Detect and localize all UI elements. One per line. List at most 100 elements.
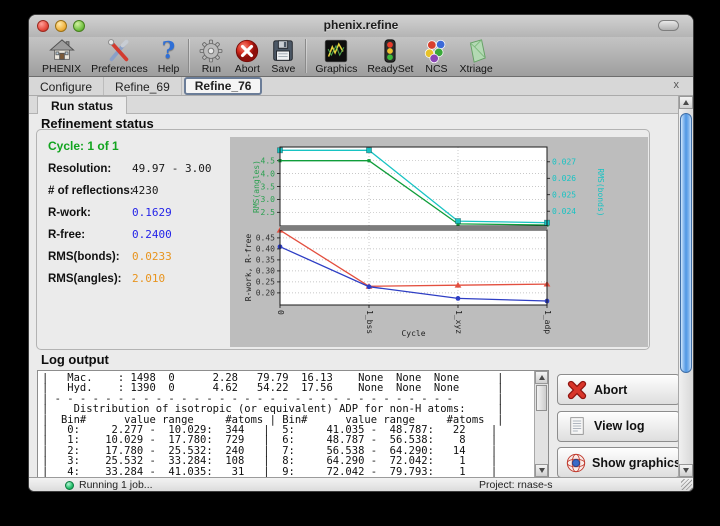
scroll-down-icon[interactable] [679,464,693,477]
svg-text:RMS(bonds): RMS(bonds) [596,168,605,216]
stat-value: 0.0233 [132,250,172,263]
show-graphics-button[interactable]: Show graphics [557,447,680,478]
stat-row-rms-bonds: RMS(bonds): 0.0233 [48,250,228,263]
abort-button[interactable]: Abort [557,374,680,405]
toolbar-label: Graphics [315,64,357,75]
svg-text:0.20: 0.20 [256,289,275,298]
toolbar-label: Preferences [91,64,148,75]
tab-run-status[interactable]: Run status [37,96,127,114]
close-tab-icon[interactable]: x [674,79,680,91]
desktop-background: phenix.refine PHENIX [0,0,720,526]
tab-configure[interactable]: Configure [29,77,104,95]
tab-refine-76[interactable]: Refine_76 [184,77,263,95]
abort-x-icon [565,379,589,401]
log-output-heading: Log output [41,352,109,367]
toolbar-separator [305,39,306,73]
view-log-button[interactable]: View log [557,411,680,442]
toolbar-label: Help [158,64,180,75]
stat-label: R-free: [48,229,132,241]
action-buttons: Abort View log [557,374,680,484]
toolbar-button-phenix[interactable]: PHENIX [37,38,86,75]
help-icon: ? [162,38,175,64]
stat-value: 2.010 [132,272,165,285]
button-label: Abort [594,383,627,397]
toolbar-button-help[interactable]: ? Help [153,38,185,75]
svg-text:4.5: 4.5 [261,157,276,166]
button-label: View log [594,419,644,433]
save-icon [270,38,296,64]
main-content: Run status Refinement status Cycle: 1 of… [29,96,678,477]
svg-text:3.5: 3.5 [261,182,276,191]
log-text[interactable]: | Mac. : 1498 0 2.28 79.79 16.13 None No… [42,373,532,477]
toolbar-toggle-button[interactable] [658,20,679,31]
stat-label: # of reflections: [48,185,132,197]
home-icon [49,38,75,64]
toolbar-button-save[interactable]: Save [265,38,301,75]
toolbar-separator [188,39,189,73]
phenix-refine-window: phenix.refine PHENIX [28,14,694,492]
svg-text:0.026: 0.026 [552,174,576,183]
stat-row-reflections: # of reflections: 4230 [48,184,228,197]
window-controls [37,20,85,32]
button-label: Show graphics [592,456,681,470]
tab-refine-69[interactable]: Refine_69 [104,77,182,95]
titlebar[interactable]: phenix.refine [29,15,693,37]
toolbar-button-run[interactable]: Run [193,38,229,75]
running-indicator-icon [65,481,74,490]
main-scrollbar-thumb[interactable] [680,113,692,373]
electron-density-icon [323,38,349,64]
crystal-icon [463,38,489,64]
toolbar-button-abort[interactable]: Abort [229,38,265,75]
status-bar: Running 1 job... Project: rnase-s [29,477,693,491]
stat-label: Resolution: [48,163,132,175]
svg-text:0.35: 0.35 [256,256,275,265]
document-icon [565,416,589,436]
zoom-window-button[interactable] [73,20,85,32]
svg-text:R-work, R-free: R-work, R-free [244,234,253,302]
svg-text:Cycle: Cycle [401,329,425,338]
document-tabbar: Configure Refine_69 Refine_76 x [29,77,693,96]
toolbar-label: PHENIX [42,64,81,75]
scroll-down-icon[interactable] [535,464,548,477]
toolbar-button-xtriage[interactable]: Xtriage [454,38,497,75]
stat-row-rms-angles: RMS(angles): 2.010 [48,272,228,285]
toolbar-button-ncs[interactable]: NCS [418,38,454,75]
log-scrollbar-thumb[interactable] [536,385,547,411]
toolbar-button-readyset[interactable]: ReadySet [362,38,418,75]
toolbar-button-graphics[interactable]: Graphics [310,38,362,75]
main-scrollbar[interactable] [678,96,693,477]
stat-label: R-work: [48,207,132,219]
stat-row-rfree: R-free: 0.2400 [48,228,228,241]
stat-row-rwork: R-work: 0.1629 [48,206,228,219]
traffic-light-icon [377,38,403,64]
toolbar-label: Save [271,64,295,75]
scroll-up-icon[interactable] [679,96,693,109]
svg-text:0.45: 0.45 [256,234,275,243]
abort-icon [234,38,260,64]
resize-grip[interactable] [681,479,692,490]
stat-label: RMS(angles): [48,273,132,285]
toolbar: PHENIX Preferences ? Help [29,37,693,77]
stat-value: 49.97 - 3.00 [132,162,211,175]
svg-text:RMS(angles): RMS(angles) [252,160,261,213]
log-scrollbar[interactable] [534,371,548,477]
svg-text:1_bss: 1_bss [365,310,374,334]
refinement-status-panel: Cycle: 1 of 1 Resolution: 49.97 - 3.00 #… [36,129,650,350]
stat-value: 0.2400 [132,228,172,241]
minimize-window-button[interactable] [55,20,67,32]
status-message: Running 1 job... [79,479,153,491]
toolbar-label: Abort [235,64,260,75]
ncs-spheres-icon [423,38,449,64]
close-window-button[interactable] [37,20,49,32]
gear-icon [198,38,224,64]
stat-row-resolution: Resolution: 49.97 - 3.00 [48,162,228,175]
scroll-up-icon[interactable] [535,371,548,384]
svg-text:0.25: 0.25 [256,278,275,287]
svg-text:0.30: 0.30 [256,267,275,276]
toolbar-button-preferences[interactable]: Preferences [86,38,153,75]
refinement-chart: 4.54.03.53.02.50.0270.0260.0250.024RMS(a… [230,137,648,347]
svg-text:4.0: 4.0 [261,169,276,178]
toolbar-label: NCS [425,64,447,75]
toolbar-label: Run [202,64,221,75]
svg-text:2.5: 2.5 [261,208,276,217]
